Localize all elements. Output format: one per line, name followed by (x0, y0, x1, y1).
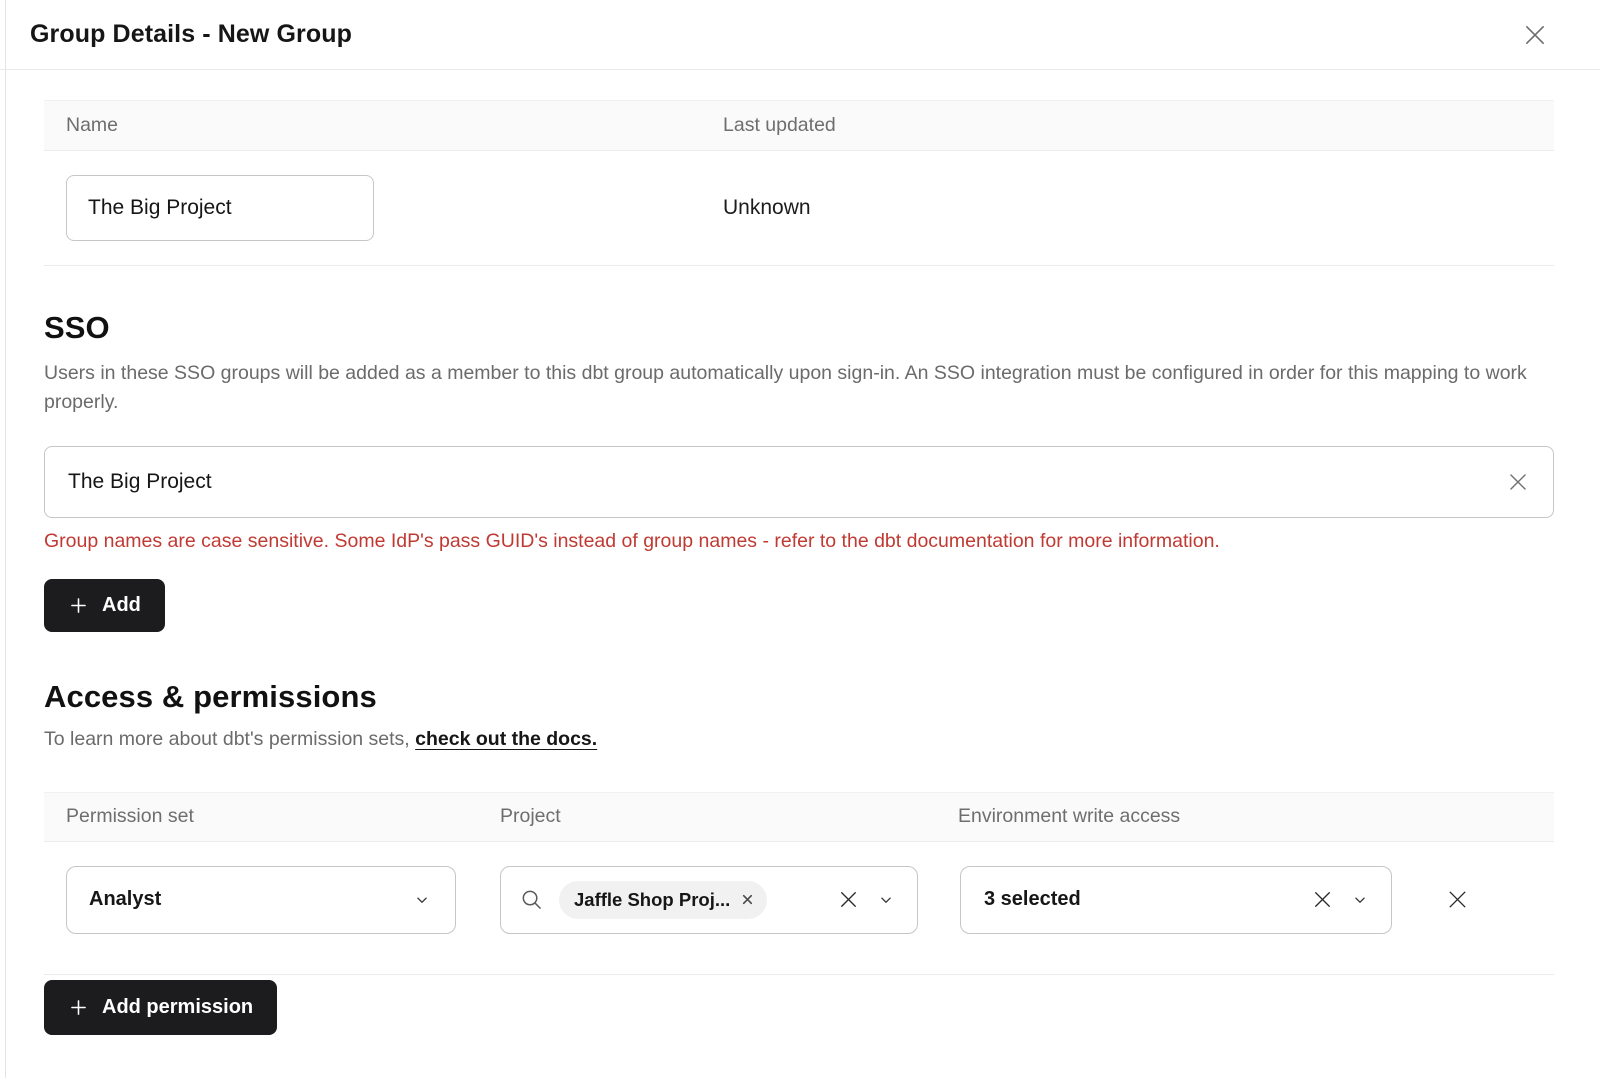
sso-clear-button[interactable] (1505, 469, 1531, 495)
project-tag: Jaffle Shop Proj... (559, 881, 767, 919)
permissions-table: Permission set Project Environment write… (44, 792, 1554, 975)
clear-icon (1505, 469, 1531, 495)
chevron-down-icon[interactable] (1351, 891, 1369, 909)
column-header-environment-write-access: Environment write access (958, 805, 1554, 828)
clear-icon (836, 887, 861, 912)
project-select[interactable]: Jaffle Shop Proj... (500, 866, 918, 934)
page-title: Group Details - New Group (30, 20, 352, 49)
project-clear-button[interactable] (836, 887, 861, 912)
add-permission-label: Add permission (102, 996, 253, 1019)
sso-group-field (44, 446, 1554, 518)
plus-icon (68, 595, 89, 616)
sso-section: SSO Users in these SSO groups will be ad… (44, 310, 1554, 632)
environment-write-access-select[interactable]: 3 selected (960, 866, 1392, 934)
column-header-name: Name (44, 114, 723, 137)
close-button[interactable] (1518, 18, 1552, 52)
column-header-last-updated: Last updated (723, 114, 1554, 137)
search-icon (519, 887, 545, 913)
remove-project-tag-button[interactable] (741, 893, 754, 906)
add-permission-button[interactable]: Add permission (44, 980, 277, 1035)
remove-tag-icon (741, 893, 754, 906)
group-table-header: Name Last updated (44, 100, 1554, 151)
clear-icon (1310, 887, 1335, 912)
column-header-permission-set: Permission set (44, 805, 500, 828)
add-sso-group-button[interactable]: Add (44, 579, 165, 632)
sso-group-name-input[interactable] (45, 447, 1505, 517)
permissions-table-header: Permission set Project Environment write… (44, 792, 1554, 842)
plus-icon (68, 997, 89, 1018)
column-header-project: Project (500, 805, 958, 828)
access-permissions-heading: Access & permissions (44, 679, 1554, 715)
modal-header: Group Details - New Group (0, 0, 1600, 70)
permission-set-select[interactable]: Analyst (66, 866, 456, 934)
docs-link[interactable]: check out the docs. (415, 728, 597, 750)
remove-row-icon (1444, 886, 1471, 913)
add-sso-group-label: Add (102, 594, 141, 617)
sso-warning-text: Group names are case sensitive. Some IdP… (44, 530, 1554, 553)
environment-clear-button[interactable] (1310, 887, 1335, 912)
environment-selected-count: 3 selected (961, 888, 1081, 911)
group-table-row: Unknown (44, 151, 1554, 266)
group-name-input[interactable] (66, 175, 374, 241)
sso-heading: SSO (44, 310, 1554, 346)
sso-description: Users in these SSO groups will be added … (44, 359, 1554, 417)
docs-prefix: To learn more about dbt's permission set… (44, 728, 410, 750)
project-tag-label: Jaffle Shop Proj... (574, 889, 730, 911)
remove-permission-row-button[interactable] (1440, 883, 1474, 917)
close-icon (1521, 21, 1549, 49)
group-details-table: Name Last updated Unknown (44, 100, 1554, 266)
docs-line: To learn more about dbt's permission set… (44, 728, 1554, 751)
permission-set-value: Analyst (67, 888, 161, 911)
permission-row: Analyst Jaffle Shop Proj... (44, 842, 1554, 975)
chevron-down-icon (413, 891, 431, 909)
chevron-down-icon[interactable] (877, 891, 895, 909)
modal-left-edge (5, 0, 6, 1078)
access-permissions-section: Access & permissions To learn more about… (44, 679, 1554, 1035)
last-updated-value: Unknown (723, 196, 1554, 220)
